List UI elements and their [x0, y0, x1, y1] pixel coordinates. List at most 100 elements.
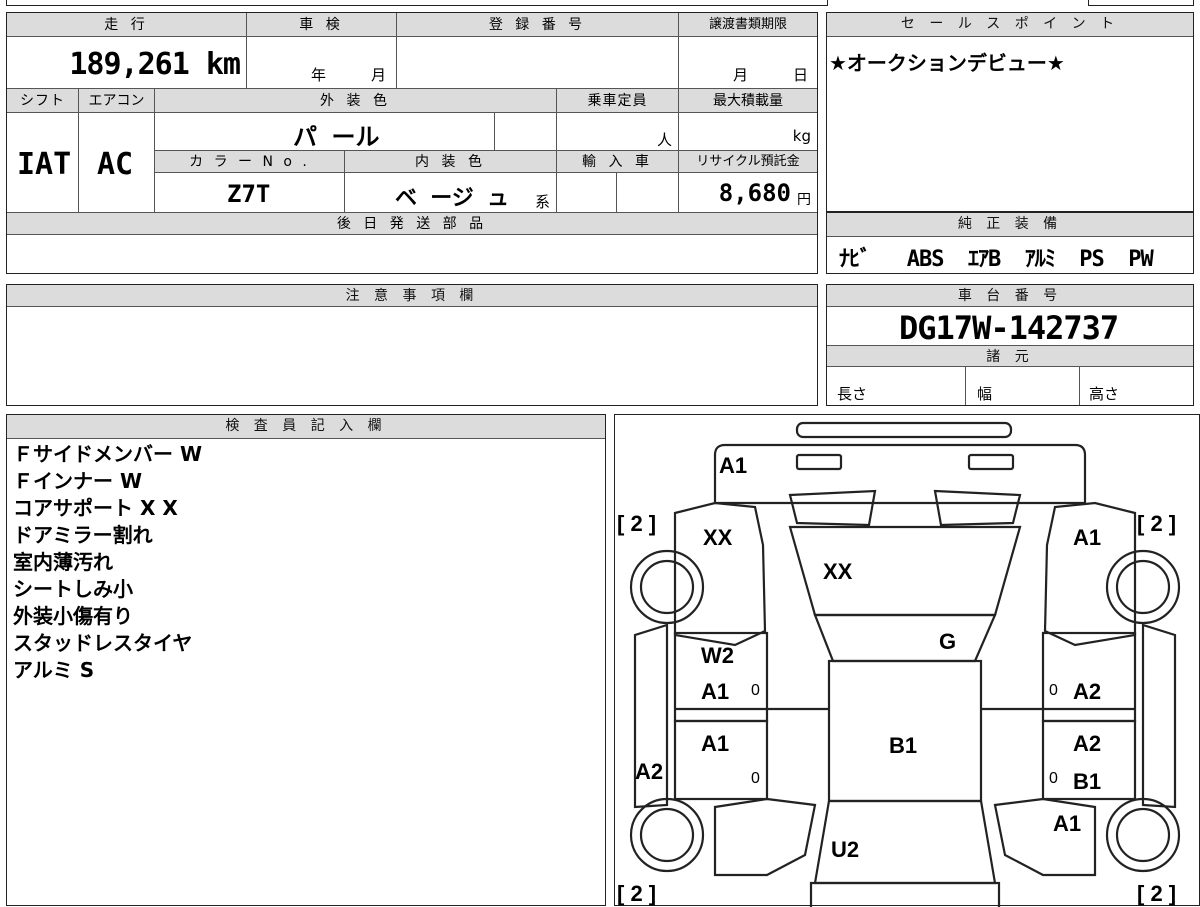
interior-color-cell: ベ ージ ュ 系 [345, 173, 557, 213]
mark-left-front-door-1: W2 [701, 643, 734, 668]
chassis-number: DG17W-142737 [899, 309, 1119, 347]
top-strip [6, 0, 828, 6]
registration-cell [397, 37, 679, 89]
inspector-note-line: Ｆサイドメンバー W [13, 442, 203, 466]
equipment-item: ｴｱB [968, 247, 1001, 272]
interior-color-header: 内 装 色 [345, 151, 557, 173]
mark-front-left-fender: XX [703, 525, 733, 550]
equipment-item: ｱﾙﾐ [1024, 247, 1056, 272]
mileage-value: 189,261 km [69, 47, 241, 82]
notes-box: 注 意 事 項 欄 [6, 284, 818, 406]
length-label: 長さ [837, 385, 868, 403]
transfer-deadline-cell: 月 日 [679, 37, 817, 89]
exterior-color-header: 外 装 色 [155, 89, 557, 113]
inspector-note-line: ドアミラー割れ [13, 523, 153, 547]
tire-depth-front-right: [ 2 ] [1137, 511, 1176, 536]
inspector-box: 検 査 員 記 入 欄 Ｆサイドメンバー W Ｆインナー W コアサポート X … [6, 414, 606, 906]
max-load-cell: kg [679, 113, 817, 151]
shift-value: IAT [17, 147, 72, 182]
recycle-fee-header: リサイクル預託金 [679, 151, 817, 173]
sales-point-header: セ ー ル ス ポ イ ン ト [827, 13, 1193, 37]
inspector-note-line: アルミ S [13, 658, 95, 682]
equipment-item: PW [1128, 247, 1153, 272]
interior-color-suffix: 系 [534, 193, 550, 211]
capacity-cell: 人 [557, 113, 679, 151]
mark-right-front-door: A2 [1073, 679, 1101, 704]
width-label: 幅 [977, 385, 993, 403]
transfer-month-unit: 月 [733, 66, 749, 84]
shift-header: シフト [7, 89, 79, 113]
mark-front-right-fender: A1 [1073, 525, 1101, 550]
mark-right-rear-door-2: B1 [1073, 769, 1101, 794]
color-no-cell: Z7T [155, 173, 345, 213]
equipment-item: ABS [906, 247, 945, 272]
inspection-cell: 年 月 [247, 37, 397, 89]
ac-header: エアコン [79, 89, 155, 113]
equipment-item: PS [1079, 247, 1104, 272]
transfer-deadline-header: 譲渡書類期限 [679, 13, 817, 37]
tire-depth-rear-left: [ 2 ] [617, 881, 656, 906]
inspection-month-unit: 月 [371, 66, 387, 84]
mark-right-rear-door-1: A2 [1073, 731, 1101, 756]
sales-point-text: ★オークションデビュー★ [829, 51, 1065, 75]
import-cell-1 [557, 173, 617, 213]
later-parts-header: 後 日 発 送 部 品 [7, 213, 817, 235]
transfer-day-unit: 日 [793, 66, 809, 84]
equipment-item: ﾅﾋﾞ [839, 247, 871, 272]
color-no-header: カ ラ ー N o . [155, 151, 345, 173]
mark-left-rear-door: A1 [701, 731, 729, 756]
notes-header: 注 意 事 項 欄 [7, 285, 817, 307]
inspector-notes: Ｆサイドメンバー W Ｆインナー W コアサポート X X ドアミラー割れ 室内… [13, 441, 202, 684]
inspector-note-line: シートしみ小 [13, 577, 133, 601]
mileage-header: 走 行 [7, 13, 247, 37]
mark-zero: 0 [751, 682, 760, 699]
specs-header: 諸 元 [827, 345, 1193, 367]
interior-color-value: ベ ージ ュ [395, 186, 510, 211]
sales-point-box: セ ー ル ス ポ イ ン ト ★オークションデビュー★ [826, 12, 1194, 212]
registration-header: 登 録 番 号 [397, 13, 679, 37]
tire-depth-rear-right: [ 2 ] [1137, 881, 1176, 906]
car-diagram: A1 XX XX A1 G W2 A1 A1 A2 B1 A2 A2 B1 A1… [617, 421, 1181, 907]
inspector-note-line: スタッドレスタイヤ [13, 631, 193, 655]
top-strip-right [1088, 0, 1194, 6]
inspector-note-line: Ｆインナー W [13, 469, 143, 493]
mark-windshield: G [939, 629, 956, 654]
mark-left-front-door-2: A1 [701, 679, 729, 704]
recycle-fee-cell: 8,680 円 [679, 173, 817, 213]
color-no-value: Z7T [227, 180, 271, 208]
tire-depth-front-left: [ 2 ] [617, 511, 656, 536]
inspector-note-line: 室内薄汚れ [13, 550, 113, 574]
mark-tailgate: U2 [831, 837, 859, 862]
mark-zero: 0 [1049, 682, 1058, 699]
inspector-note-line: 外装小傷有り [13, 604, 133, 628]
mark-hood: XX [823, 559, 853, 584]
chassis-header: 車 台 番 号 [827, 285, 1193, 307]
inspection-year-unit: 年 [311, 66, 327, 84]
import-cell-2 [617, 173, 679, 213]
mark-left-sill: A2 [635, 759, 663, 784]
recycle-fee-value: 8,680 [718, 179, 791, 207]
inspector-note-line: コアサポート X X [13, 496, 178, 520]
inspection-header: 車 検 [247, 13, 397, 37]
mark-zero: 0 [1049, 770, 1058, 787]
import-header: 輸 入 車 [557, 151, 679, 173]
equipment-header: 純 正 装 備 [827, 213, 1193, 237]
ac-cell: AC [79, 113, 155, 213]
height-label: 高さ [1089, 385, 1120, 403]
mileage-cell: 189,261 km [7, 37, 247, 89]
mark-right-rear-quarter: A1 [1053, 811, 1081, 836]
max-load-unit: kg [792, 127, 811, 145]
exterior-color-cell: パ ール [155, 113, 495, 151]
mark-zero: 0 [751, 770, 760, 787]
capacity-header: 乗車定員 [557, 89, 679, 113]
mark-front-bumper: A1 [719, 453, 747, 478]
recycle-fee-unit: 円 [797, 192, 811, 208]
damage-diagram-box: A1 XX XX A1 G W2 A1 A1 A2 B1 A2 A2 B1 A1… [614, 414, 1200, 907]
exterior-color-extra-cell [495, 113, 557, 151]
equipment-list: ﾅﾋﾞ ABS ｴｱB ｱﾙﾐ PS PW [839, 241, 1154, 273]
capacity-unit: 人 [656, 131, 672, 149]
chassis-box: 車 台 番 号 DG17W-142737 諸 元 長さ 幅 高さ [826, 284, 1194, 406]
mark-roof: B1 [889, 733, 917, 758]
inspector-header: 検 査 員 記 入 欄 [7, 415, 605, 439]
shift-cell: IAT [7, 113, 79, 213]
